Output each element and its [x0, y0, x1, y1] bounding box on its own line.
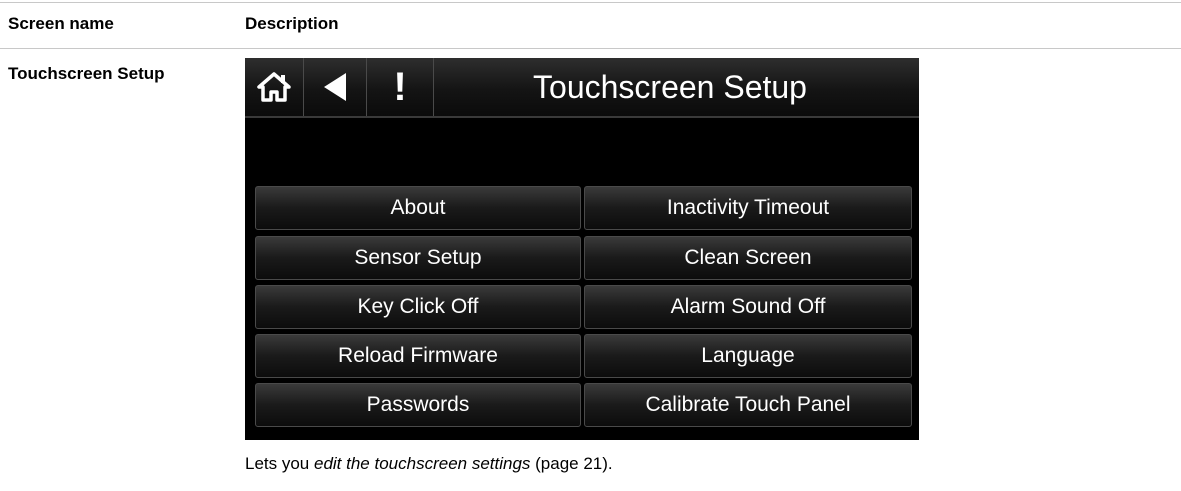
- home-icon: [257, 72, 291, 102]
- sensor-setup-button[interactable]: Sensor Setup: [255, 236, 581, 280]
- table-header-rule: [0, 48, 1181, 49]
- table-top-rule: [0, 2, 1181, 3]
- clean-screen-button[interactable]: Clean Screen: [584, 236, 912, 280]
- description-prefix: Lets you: [245, 454, 314, 473]
- about-button[interactable]: About: [255, 186, 581, 230]
- passwords-button[interactable]: Passwords: [255, 383, 581, 427]
- back-button[interactable]: [304, 58, 367, 116]
- touchscreen-image: ! Touchscreen Setup About Inactivity Tim…: [245, 58, 919, 440]
- header-description: Description: [245, 14, 339, 33]
- alarm-sound-button[interactable]: Alarm Sound Off: [584, 285, 912, 329]
- home-button[interactable]: [245, 58, 304, 116]
- inactivity-timeout-button[interactable]: Inactivity Timeout: [584, 186, 912, 230]
- description-suffix: (page 21).: [530, 454, 613, 473]
- alarm-button[interactable]: !: [367, 58, 434, 116]
- header-screen-name: Screen name: [8, 14, 114, 33]
- screen-title: Touchscreen Setup: [533, 68, 807, 105]
- row-description: Lets you edit the touchscreen settings (…: [245, 454, 613, 474]
- back-arrow-icon: [324, 73, 346, 101]
- description-link[interactable]: edit the touchscreen settings: [314, 454, 530, 473]
- screen-titlebar: ! Touchscreen Setup: [245, 58, 919, 118]
- alarm-icon: !: [393, 65, 407, 109]
- key-click-button[interactable]: Key Click Off: [255, 285, 581, 329]
- reload-firmware-button[interactable]: Reload Firmware: [255, 334, 581, 378]
- calibrate-touch-panel-button[interactable]: Calibrate Touch Panel: [584, 383, 912, 427]
- language-button[interactable]: Language: [584, 334, 912, 378]
- row-screen-name: Touchscreen Setup: [8, 64, 165, 83]
